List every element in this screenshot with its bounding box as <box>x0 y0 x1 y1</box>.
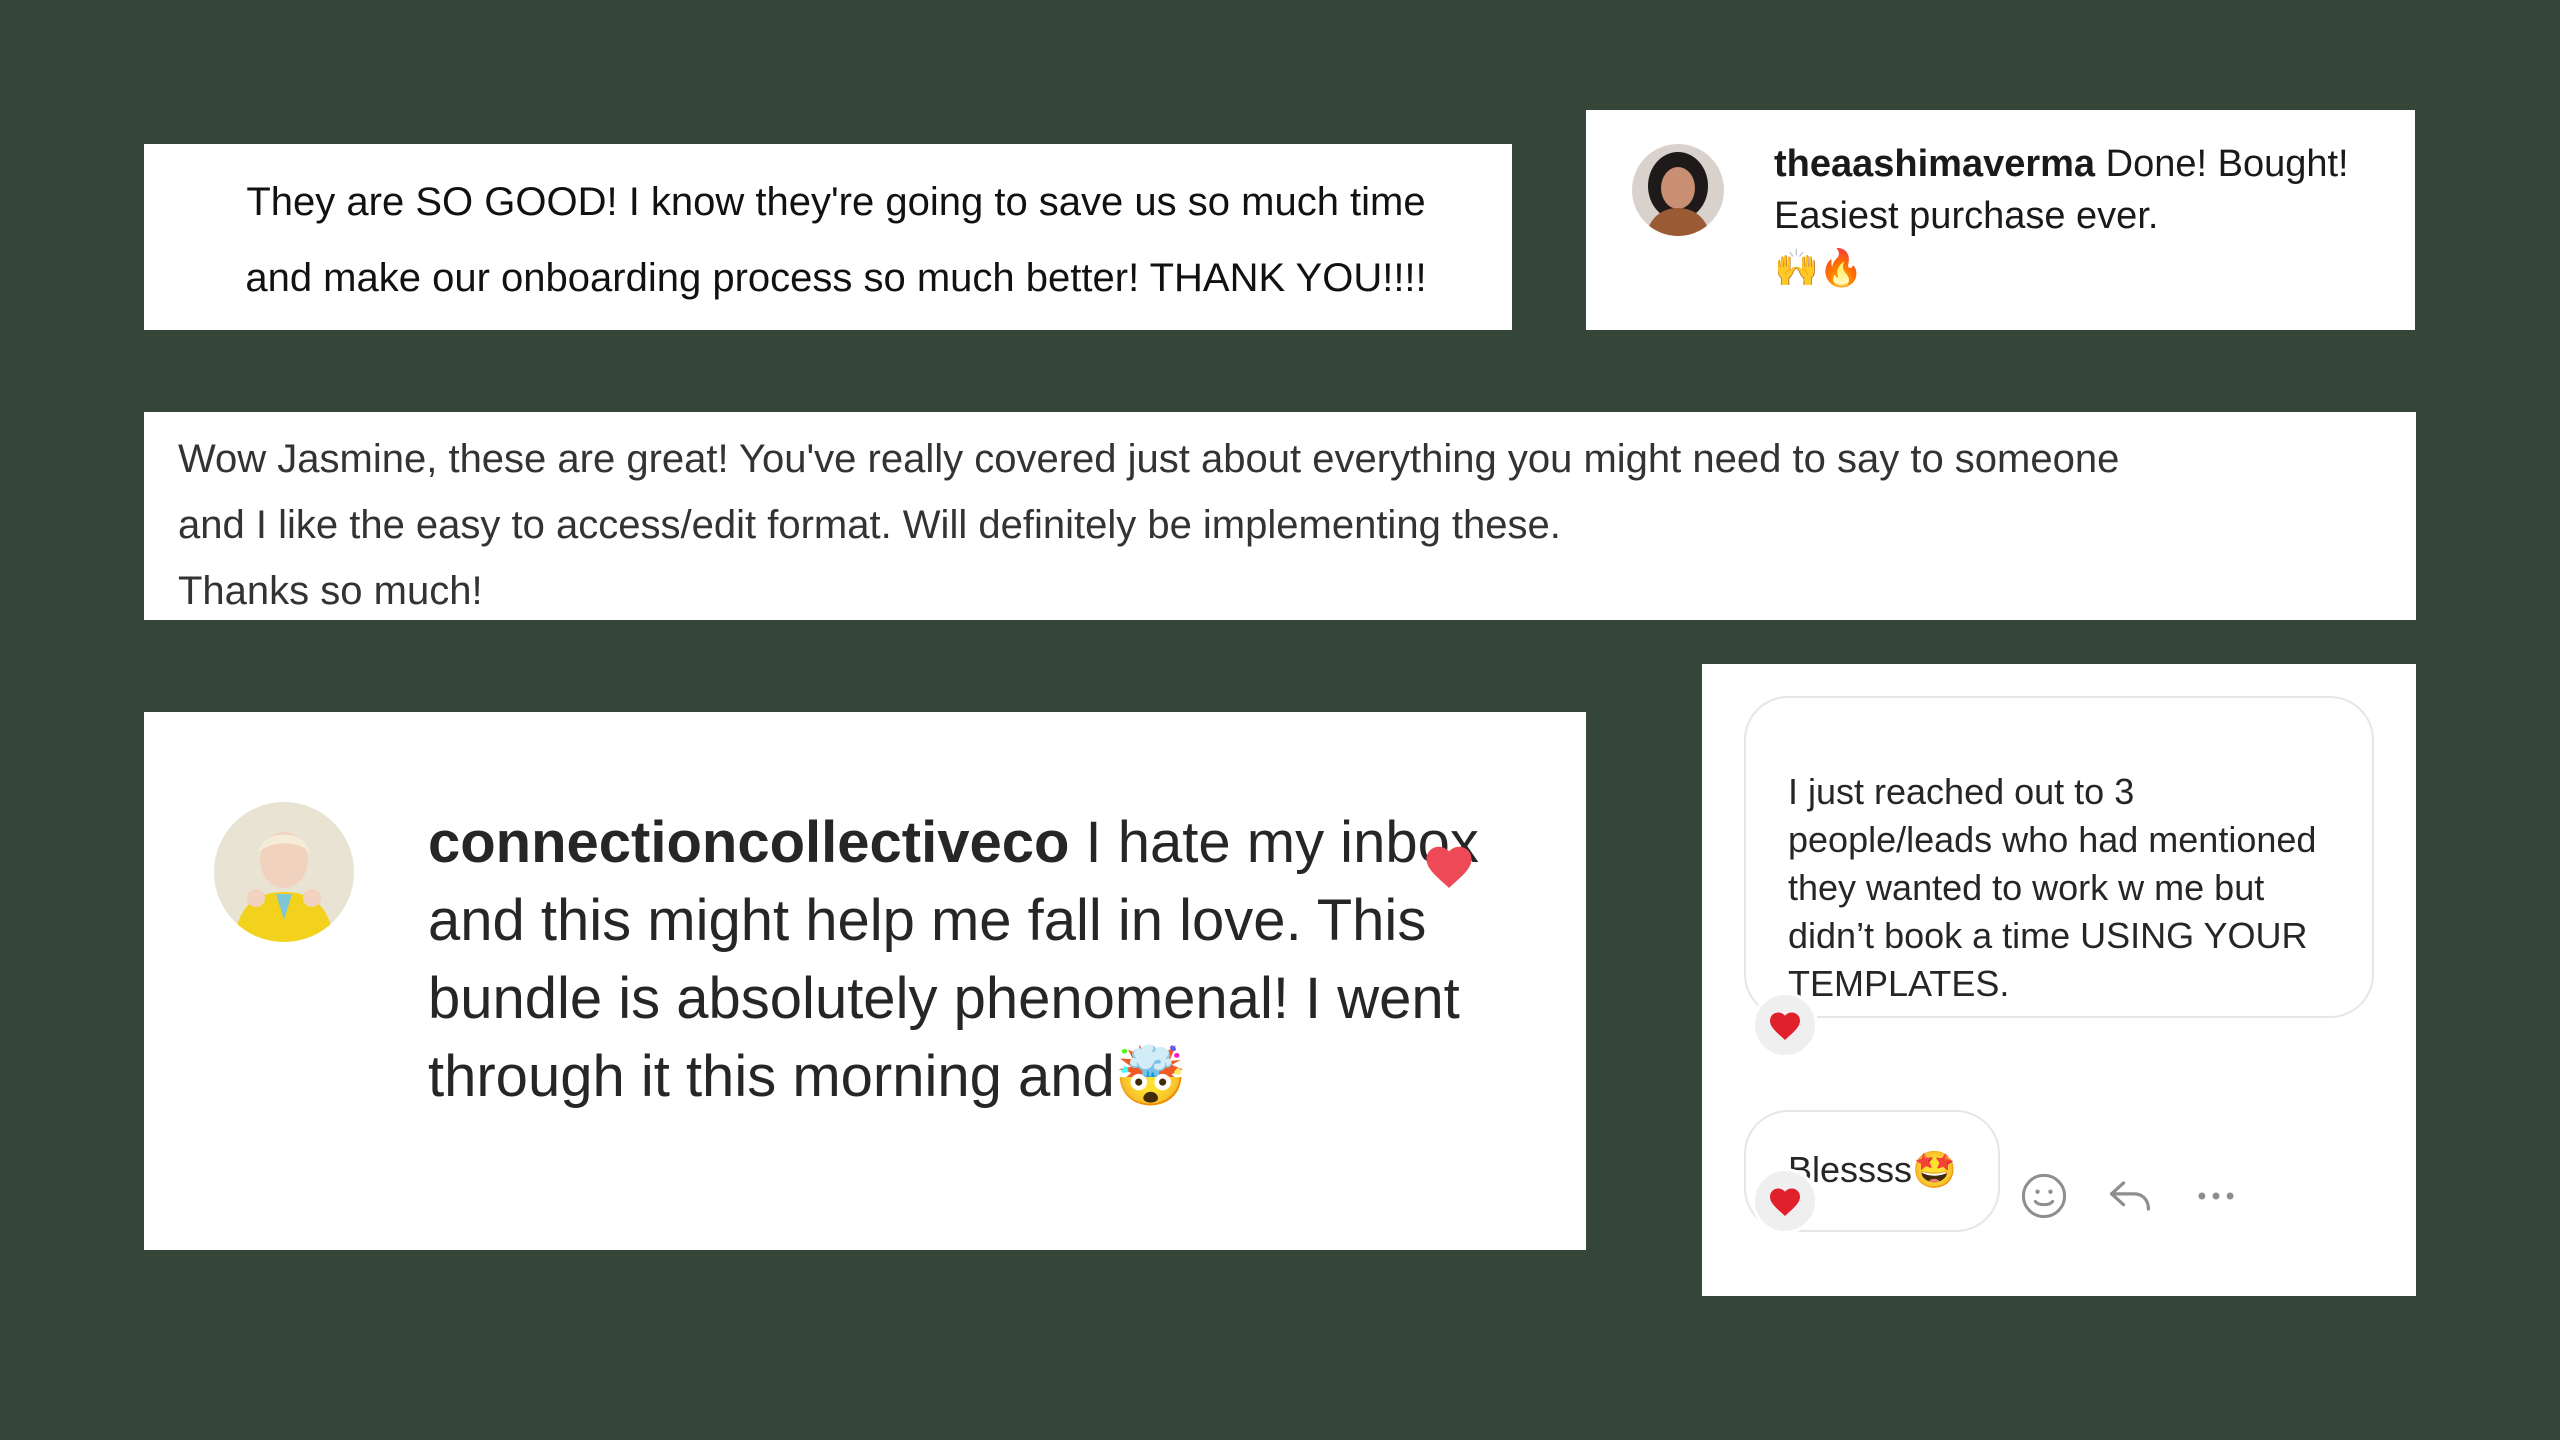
message-reaction[interactable] <box>1752 1168 1818 1234</box>
quote-line-1: They are SO GOOD! I know they're going t… <box>246 180 1426 224</box>
message-emoji: 🤩 <box>1912 1149 1957 1190</box>
smile-icon[interactable] <box>2018 1170 2070 1222</box>
comment-emoji: 🤯 <box>1114 1044 1187 1109</box>
email-quote-card-1: They are SO GOOD! I know they're going t… <box>144 144 1512 330</box>
comment-text: theaashimaverma Done! Bought! Easiest pu… <box>1774 138 2384 294</box>
username[interactable]: theaashimaverma <box>1774 143 2095 185</box>
comment-emojis: 🙌🔥 <box>1774 247 1864 288</box>
quote-line-3: Thanks so much! <box>178 569 483 613</box>
comment-text: connectioncollectiveco I hate my inbox a… <box>428 804 1528 1116</box>
avatar-image <box>214 802 354 942</box>
instagram-comment-card-small: theaashimaverma Done! Bought! Easiest pu… <box>1586 110 2415 330</box>
avatar[interactable] <box>214 802 354 942</box>
quote-line-1: Wow Jasmine, these are great! You've rea… <box>178 437 2120 481</box>
quote-line-2: and make our onboarding process so much … <box>245 256 1427 300</box>
instagram-comment-card-large: connectioncollectiveco I hate my inbox a… <box>144 712 1586 1250</box>
email-quote-card-2: Wow Jasmine, these are great! You've rea… <box>144 412 2416 620</box>
dm-thread-card: I just reached out to 3 people/leads who… <box>1702 664 2416 1296</box>
avatar-image <box>1632 144 1724 236</box>
heart-icon <box>1770 1188 1800 1216</box>
message-text: I just reached out to 3 people/leads who… <box>1788 771 2317 1004</box>
heart-icon[interactable] <box>1422 840 1476 894</box>
reply-icon[interactable] <box>2104 1170 2156 1222</box>
message-bubble[interactable]: I just reached out to 3 people/leads who… <box>1744 696 2374 1018</box>
avatar[interactable] <box>1632 144 1724 236</box>
heart-icon <box>1770 1012 1800 1040</box>
message-reaction[interactable] <box>1752 992 1818 1058</box>
username[interactable]: connectioncollectiveco <box>428 810 1069 875</box>
more-icon[interactable] <box>2190 1170 2242 1222</box>
quote-line-2: and I like the easy to access/edit forma… <box>178 503 1561 547</box>
